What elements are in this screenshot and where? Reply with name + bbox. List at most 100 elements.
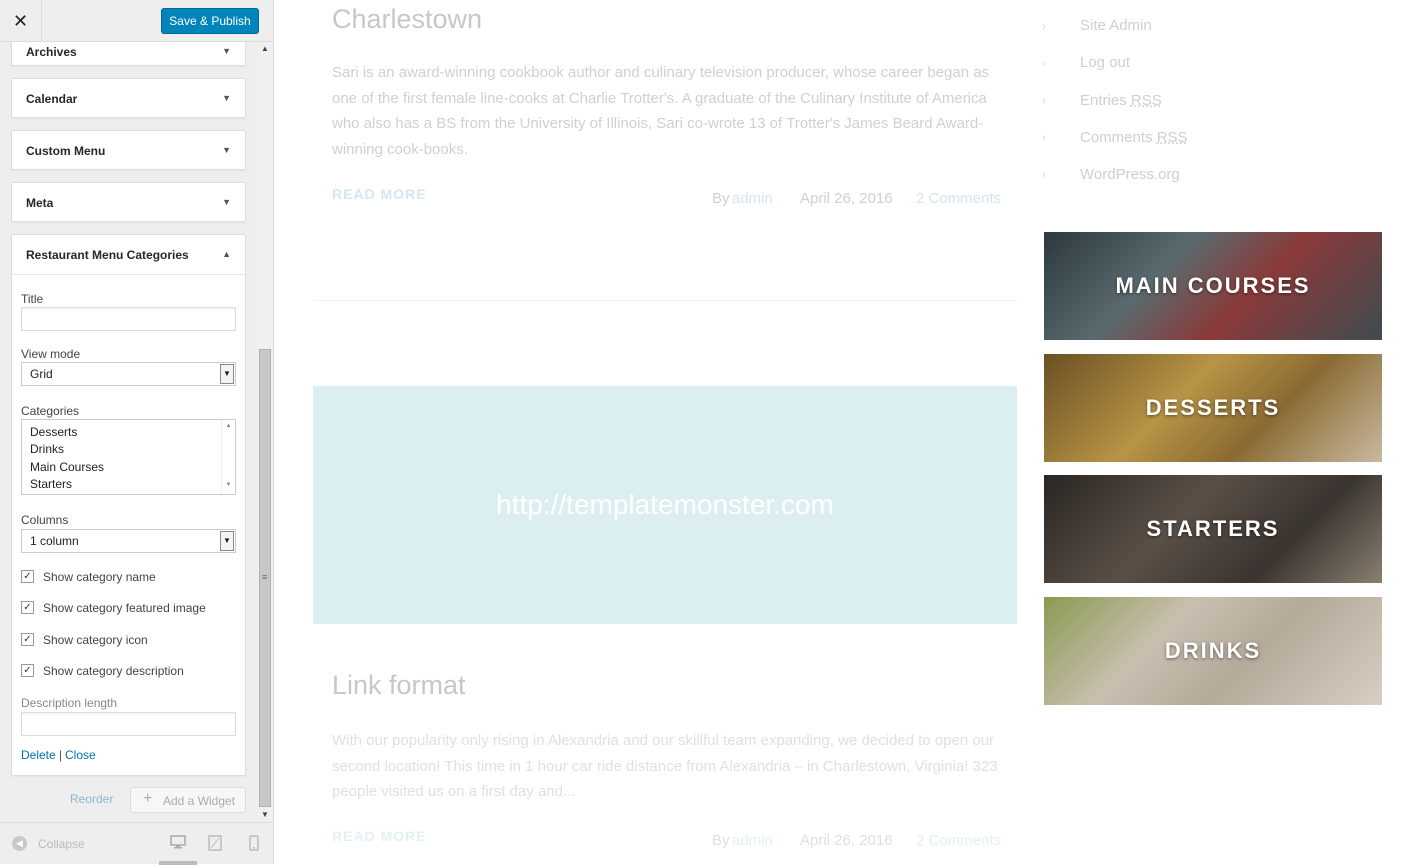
category-tile-starters[interactable]: STARTERS — [1044, 475, 1382, 583]
chevron-right-icon: › — [1042, 19, 1046, 33]
customizer-header: ✕ Save & Publish — [0, 0, 273, 42]
post-comments-link[interactable]: 2 Comments — [916, 190, 1001, 207]
save-publish-button[interactable]: Save & Publish — [161, 8, 259, 34]
mobile-preview-icon[interactable] — [249, 835, 259, 856]
show-category-description-checkbox[interactable]: ✓ — [21, 664, 34, 677]
link-post-box[interactable]: http://templatemonster.com — [313, 386, 1017, 624]
widget-header[interactable]: Restaurant Menu Categories ▲ — [12, 235, 245, 275]
category-option[interactable]: Drinks — [30, 442, 64, 456]
scroll-down-icon[interactable]: ▼ — [261, 810, 269, 819]
category-name: DESSERTS — [1145, 395, 1281, 420]
show-category-icon-checkbox[interactable]: ✓ — [21, 633, 34, 646]
read-more-link[interactable]: READ MORE — [332, 828, 427, 844]
checkbox-label: Show category name — [43, 570, 156, 584]
chevron-right-icon: › — [1042, 93, 1046, 107]
widget-title: Restaurant Menu Categories — [26, 248, 189, 262]
categories-label: Categories — [21, 404, 80, 418]
category-option[interactable]: Starters — [30, 477, 72, 491]
show-category-name-checkbox[interactable]: ✓ — [21, 570, 34, 583]
post-title[interactable]: Charlestown — [332, 4, 482, 35]
post-author-link[interactable]: admin — [732, 190, 773, 207]
collapse-icon[interactable]: ◀ — [12, 836, 27, 851]
link-text: Entries — [1080, 92, 1131, 109]
rss-abbr: RSS — [1156, 129, 1188, 146]
close-customizer-button[interactable]: ✕ — [0, 0, 42, 42]
collapse-arrow-icon[interactable]: ▲ — [222, 249, 231, 259]
listbox-scrollbar[interactable]: ▲ ▼ — [221, 420, 235, 494]
meta-link-wordpress-org[interactable]: WordPress.org — [1080, 166, 1180, 183]
meta-link-entries-rss[interactable]: Entries RSS — [1080, 92, 1162, 109]
expand-arrow-icon[interactable]: ▼ — [222, 145, 231, 155]
rss-abbr: RSS — [1130, 92, 1162, 109]
checkbox-label: Show category description — [43, 664, 184, 678]
collapse-button[interactable]: Collapse — [38, 837, 85, 851]
widgets-panel: Archives ▼ Calendar ▼ Custom Menu ▼ Meta… — [0, 42, 258, 820]
scroll-down-icon[interactable]: ▼ — [222, 482, 235, 488]
reorder-link[interactable]: Reorder — [70, 792, 113, 806]
checkbox-label: Show category icon — [43, 633, 148, 647]
add-widget-button[interactable]: + Add a Widget — [130, 787, 246, 813]
category-name: MAIN COURSES — [1115, 273, 1311, 298]
widget-title: Archives — [26, 45, 77, 59]
columns-select[interactable]: 1 column ▼ — [21, 529, 236, 553]
widget-title: Calendar — [26, 92, 78, 106]
description-length-input[interactable] — [21, 712, 236, 736]
read-more-link[interactable]: READ MORE — [332, 186, 427, 202]
link-separator: | — [59, 748, 63, 762]
post-divider — [313, 300, 1017, 301]
post-author-link[interactable]: admin — [732, 832, 773, 849]
dropdown-arrow-icon[interactable]: ▼ — [220, 531, 234, 551]
category-tile-desserts[interactable]: DESSERTS — [1044, 354, 1382, 462]
customizer-footer: ◀ Collapse — [0, 822, 273, 865]
delete-widget-link[interactable]: Delete — [21, 748, 56, 762]
panel-scrollbar[interactable]: ▲ ≡ ▼ — [258, 42, 273, 820]
widget-archives[interactable]: Archives ▼ — [11, 42, 246, 66]
customizer-sidebar: ✕ Save & Publish Archives ▼ Calendar ▼ C… — [0, 0, 274, 865]
widget-calendar[interactable]: Calendar ▼ — [11, 78, 246, 118]
post-title[interactable]: Link format — [332, 670, 466, 701]
tablet-preview-icon[interactable] — [208, 835, 222, 856]
title-input[interactable] — [21, 307, 236, 331]
chevron-right-icon: › — [1042, 56, 1046, 70]
category-option[interactable]: Desserts — [30, 425, 77, 439]
category-name: DRINKS — [1164, 638, 1262, 663]
link-text: Comments — [1080, 129, 1157, 146]
post-date: April 26, 2016 — [800, 190, 893, 207]
close-widget-link[interactable]: Close — [65, 748, 96, 762]
expand-arrow-icon[interactable]: ▼ — [222, 197, 231, 207]
post-excerpt: Sari is an award-winning cookbook author… — [332, 64, 990, 158]
post-by: By — [712, 832, 730, 849]
checkbox-label: Show category featured image — [43, 601, 206, 615]
scroll-up-icon[interactable]: ▲ — [222, 423, 235, 429]
widget-title: Meta — [26, 196, 54, 210]
show-category-featured-image-checkbox[interactable]: ✓ — [21, 601, 34, 614]
meta-link-site-admin[interactable]: Site Admin — [1080, 17, 1152, 34]
categories-listbox[interactable]: Desserts Drinks Main Courses Starters ▲ … — [21, 419, 236, 495]
chevron-right-icon: › — [1042, 130, 1046, 144]
post-excerpt: With our popularity only rising in Alexa… — [332, 732, 998, 800]
category-option[interactable]: Main Courses — [30, 460, 104, 474]
post-date: April 26, 2016 — [800, 832, 893, 849]
title-label: Title — [21, 292, 44, 306]
category-tile-drinks[interactable]: DRINKS — [1044, 597, 1382, 705]
expand-arrow-icon[interactable]: ▼ — [222, 93, 231, 103]
widget-meta[interactable]: Meta ▼ — [11, 182, 246, 222]
active-device-indicator — [159, 861, 197, 865]
meta-link-comments-rss[interactable]: Comments RSS — [1080, 129, 1188, 146]
columns-label: Columns — [21, 513, 69, 527]
meta-link-log-out[interactable]: Log out — [1080, 54, 1130, 71]
expand-arrow-icon[interactable]: ▼ — [222, 46, 231, 56]
chevron-right-icon: › — [1042, 167, 1046, 181]
category-tile-main-courses[interactable]: MAIN COURSES — [1044, 232, 1382, 340]
dropdown-arrow-icon[interactable]: ▼ — [220, 364, 234, 384]
scroll-up-icon[interactable]: ▲ — [261, 44, 269, 53]
widget-custom-menu[interactable]: Custom Menu ▼ — [11, 130, 246, 170]
close-icon: ✕ — [12, 11, 29, 31]
link-url[interactable]: http://templatemonster.com — [313, 386, 1017, 624]
description-length-label: Description length — [21, 696, 118, 710]
post-comments-link[interactable]: 2 Comments — [916, 832, 1001, 849]
scrollbar-thumb[interactable]: ≡ — [259, 349, 271, 807]
desktop-preview-icon[interactable] — [170, 835, 186, 854]
view-mode-select[interactable]: Grid ▼ — [21, 362, 236, 386]
columns-value: 1 column — [30, 534, 79, 548]
